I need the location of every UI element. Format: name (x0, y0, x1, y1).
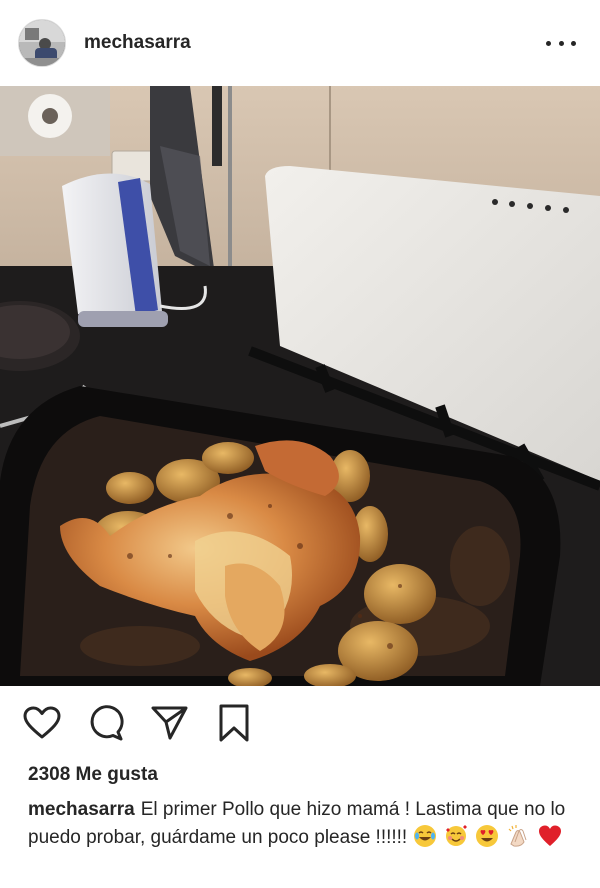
comment-icon[interactable] (86, 703, 126, 743)
more-options-icon[interactable] (546, 33, 576, 53)
send-icon[interactable] (150, 703, 190, 743)
red-heart-emoji (538, 825, 561, 846)
post-photo[interactable] (0, 86, 600, 686)
caption-username[interactable]: mechasarra (28, 799, 135, 820)
heart-eyes-emoji (476, 825, 499, 847)
action-bar (0, 688, 600, 758)
post-header: mechasarra (0, 0, 600, 86)
bookmark-icon[interactable] (214, 703, 254, 743)
avatar-image (19, 20, 65, 66)
smiling-face-hearts-emoji (445, 825, 467, 846)
avatar[interactable] (18, 19, 66, 67)
roast-chicken-photo (0, 86, 600, 686)
like-count[interactable]: 2308 Me gusta (28, 764, 158, 786)
tears-of-joy-emoji (413, 825, 436, 847)
post-caption: mechasarra El primer Pollo que hizo mamá … (28, 796, 588, 852)
instagram-post: mechasarra 2308 Me gusta mechasarra El p… (0, 0, 600, 888)
heart-icon[interactable] (22, 703, 62, 743)
clapping-hands-emoji (508, 825, 527, 847)
post-username[interactable]: mechasarra (84, 32, 191, 54)
